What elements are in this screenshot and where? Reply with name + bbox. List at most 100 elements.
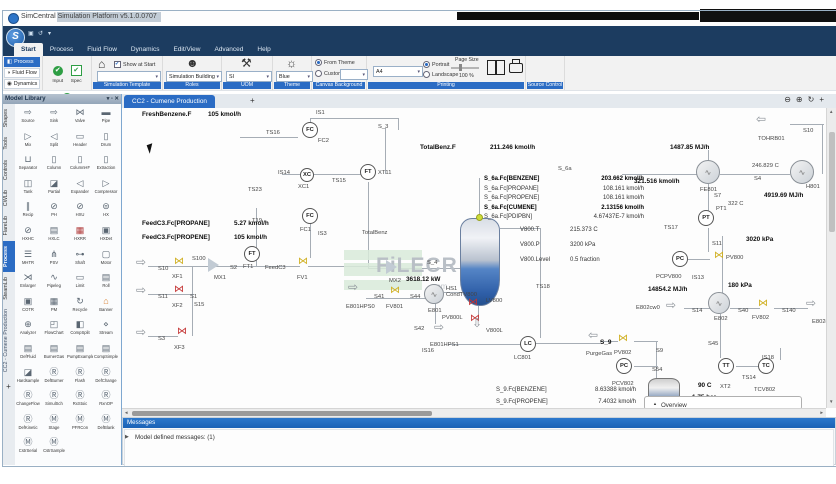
library-item-defblank[interactable]: Ⓜ DefBlank — [93, 413, 119, 437]
library-item-defchange[interactable]: Ⓡ DefChange — [93, 366, 119, 390]
quick-access-dropdown-icon[interactable]: ▾ — [48, 30, 51, 37]
page-size-slider[interactable] — [451, 67, 479, 69]
tab-help[interactable]: Help — [250, 43, 277, 56]
library-item-pm[interactable]: ▦ PM — [41, 295, 67, 319]
library-tab-controls[interactable]: Controls — [3, 155, 15, 185]
library-item-partial[interactable]: ◪ Partial — [41, 177, 67, 201]
show-at-start-checkbox[interactable]: ✔ Show at Start — [114, 61, 155, 68]
library-item-cotr[interactable]: ▣ COTR — [15, 295, 41, 319]
library-item-banner[interactable]: ⌂ Banner — [93, 295, 119, 319]
flowsheet-tab-cc2[interactable]: CC2 - Cumene Production — [124, 95, 215, 108]
library-item-compsplit[interactable]: ◧ CompSplit — [67, 318, 93, 342]
instrument-bubble[interactable]: XC — [300, 168, 314, 182]
exchanger-icon[interactable]: ∿ — [696, 160, 720, 184]
library-close-icon[interactable]: ✕ — [114, 96, 119, 102]
page-size-slider-thumb[interactable] — [459, 64, 462, 71]
library-collapse-icon[interactable]: ▾ — [107, 96, 110, 102]
valve-icon[interactable]: ⋈ — [177, 327, 187, 337]
library-item-enlarger[interactable]: ⋊ Enlarger — [15, 271, 41, 295]
source-arrow[interactable]: ⇨ — [348, 281, 358, 293]
instrument-bubble[interactable]: FC — [302, 122, 318, 138]
sink-arrow[interactable]: ⇦ — [756, 113, 766, 125]
library-tab-flarelib[interactable]: FlareLib — [3, 211, 15, 240]
library-item-compsimple[interactable]: ▤ CompSimple — [93, 342, 119, 366]
tab-process[interactable]: Process — [43, 43, 80, 56]
library-item-stream[interactable]: ⋄ Stream — [93, 318, 119, 342]
library-tab-steamlib[interactable]: SteamLib — [3, 272, 15, 305]
valve-icon[interactable]: ⋈ — [758, 299, 768, 309]
flowsheet-canvas[interactable]: FiLECR.comFreshBenzene.F105 kmol/hIS1TS1… — [122, 108, 826, 408]
valve-icon[interactable]: ⋈ — [390, 286, 400, 296]
library-item-header[interactable]: ▭ Header — [67, 130, 93, 154]
message-row[interactable]: Model defined messages: (1) — [135, 434, 215, 441]
source-arrow[interactable]: ⇨ — [136, 326, 146, 338]
mode-process-button[interactable]: ◧ Process — [4, 57, 40, 67]
sink-arrow[interactable]: ⇨ — [434, 321, 444, 333]
library-add-tab-button[interactable]: + — [6, 378, 11, 391]
exchanger-icon[interactable]: ∿ — [708, 292, 730, 314]
valve-icon[interactable]: ⋈ — [618, 334, 628, 344]
library-item-drum[interactable]: ▯ Drum — [93, 130, 119, 154]
library-item-flowchart[interactable]: ◰ FlowChart — [41, 318, 67, 342]
library-item-hxlc[interactable]: ▤ HXLC — [41, 224, 67, 248]
library-tab-process[interactable]: Process — [2, 240, 15, 272]
library-item-separator[interactable]: ⊔ Separator — [15, 153, 41, 177]
instrument-bubble[interactable]: FT — [360, 164, 376, 180]
library-item-split[interactable]: ◁ Split — [41, 130, 67, 154]
sink-arrow[interactable]: ⇨ — [806, 297, 816, 309]
exchanger-icon[interactable]: ∿ — [424, 284, 444, 304]
library-item-column[interactable]: ▯ Column — [41, 153, 67, 177]
theme-dropdown[interactable]: Blue ▾ — [276, 71, 313, 82]
instrument-bubble[interactable]: FC — [302, 208, 318, 224]
zoom-out-icon[interactable]: ⊖ — [784, 95, 791, 104]
page-setup-icon[interactable] — [496, 60, 505, 75]
pan-icon[interactable]: + — [819, 95, 824, 104]
uom-dropdown[interactable]: SI ▾ — [226, 71, 272, 82]
exchanger-icon[interactable]: ∿ — [790, 160, 814, 184]
refresh-icon[interactable]: ↻ — [808, 95, 815, 104]
valve-icon[interactable]: ⋈ — [174, 285, 184, 295]
library-item-pipe[interactable]: ▬ Pipe — [93, 106, 119, 130]
library-item-cstrsample[interactable]: Ⓜ CstrSample — [41, 436, 67, 460]
library-item-motor[interactable]: ▢ Motor — [93, 248, 119, 272]
template-dropdown[interactable]: ▾ — [97, 71, 161, 82]
landscape-radio[interactable]: Landscape — [423, 71, 458, 78]
valve-icon[interactable]: ⋈ — [298, 257, 308, 267]
library-item-hardsample[interactable]: ◪ Hardsample — [15, 366, 41, 390]
tab-advanced[interactable]: Advanced — [207, 43, 250, 56]
library-item-flash[interactable]: Ⓡ Flash — [67, 366, 93, 390]
library-item-compressor[interactable]: ▷ Compressor — [93, 177, 119, 201]
library-tab-shapes[interactable]: Shapes — [3, 104, 15, 132]
library-item-cstrserial[interactable]: Ⓜ CstrSerial — [15, 436, 41, 460]
page-setup-icon[interactable] — [487, 60, 496, 75]
sink-arrow[interactable]: ⇩ — [472, 317, 482, 329]
library-item-mhtr[interactable]: ☰ MHTR — [15, 248, 41, 272]
library-item-defburner[interactable]: Ⓡ DefBurner — [41, 366, 67, 390]
library-item-shaft[interactable]: ⊶ Shaft — [67, 248, 93, 272]
library-item-pipeleg[interactable]: ∿ Pipeleg — [41, 271, 67, 295]
library-item-rxstoic[interactable]: Ⓡ RxStoic — [67, 389, 93, 413]
library-item-analyzer[interactable]: ⊕ Analyzer — [15, 318, 41, 342]
library-item-sink[interactable]: ⇨ Sink — [41, 106, 67, 130]
messages-panel-header[interactable]: Messages — [123, 418, 835, 428]
library-item-hx[interactable]: ⊜ HX — [93, 200, 119, 224]
library-item-expander[interactable]: ◁ Expander — [67, 177, 93, 201]
instrument-bubble[interactable]: PC — [672, 251, 688, 267]
roles-dropdown[interactable]: Simulation Building ▾ — [166, 71, 222, 82]
print-icon[interactable] — [509, 63, 523, 73]
instrument-bubble[interactable]: TT — [718, 358, 734, 374]
library-item-tank[interactable]: ◫ Tank — [15, 177, 41, 201]
from-theme-radio[interactable]: From Theme — [315, 59, 355, 66]
library-item-simulsch[interactable]: Ⓡ SimulSch — [41, 389, 67, 413]
instrument-bubble[interactable]: PT — [698, 210, 714, 226]
custom-radio[interactable]: Custom — [315, 70, 343, 77]
horizontal-scrollbar[interactable]: ◄ ► — [122, 408, 826, 417]
vertical-scrollbar[interactable]: ▲ ▼ — [826, 108, 836, 408]
source-arrow[interactable]: ⇨ — [136, 284, 146, 296]
library-tab-cwlib[interactable]: CWLib — [3, 185, 15, 211]
library-item-hxu[interactable]: ⊘ HXU — [67, 200, 93, 224]
tab-fluid-flow[interactable]: Fluid Flow — [80, 43, 124, 56]
mixer-icon[interactable] — [208, 258, 219, 272]
valve-icon[interactable]: ⋈ — [468, 298, 478, 308]
source-arrow[interactable]: ⇨ — [136, 256, 146, 268]
